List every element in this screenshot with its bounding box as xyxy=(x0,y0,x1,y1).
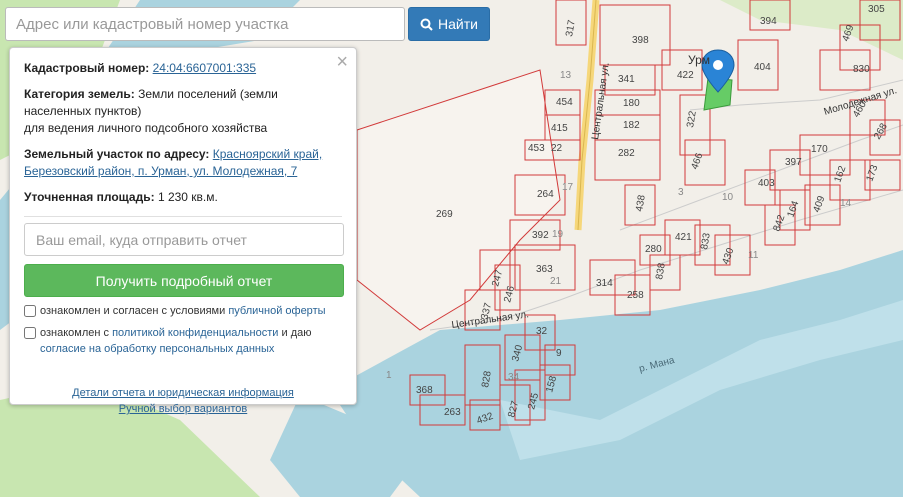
address-label: Земельный участок по адресу: xyxy=(24,147,210,161)
cadastral-row: Кадастровый номер: 24:04:6607001:335 xyxy=(24,60,342,77)
parcel-info-panel: × Кадастровый номер: 24:04:6607001:335 К… xyxy=(9,47,357,415)
parcel-number: 11 xyxy=(748,250,759,261)
parcel-number: 453 xyxy=(528,143,545,154)
parcel-number: 394 xyxy=(760,16,777,27)
parcel-number: 17 xyxy=(562,182,574,193)
parcel-number: 170 xyxy=(811,144,828,155)
parcel-number: 22 xyxy=(551,143,563,154)
parcel-number: 258 xyxy=(627,290,644,301)
parcel-number: 182 xyxy=(623,120,640,131)
category-use: для ведения личного подсобного хозяйства xyxy=(24,121,268,135)
parcel-number: 164 xyxy=(785,199,801,219)
area-label: Уточненная площадь: xyxy=(24,190,155,204)
parcel-number: 466 xyxy=(689,151,705,171)
get-report-button[interactable]: Получить подробный отчет xyxy=(24,264,344,297)
parcel-number: 180 xyxy=(623,98,640,109)
footer-links: Детали отчета и юридическая информация Р… xyxy=(24,385,342,417)
agree-offer-label: ознакомлен и согласен с условиями xyxy=(40,305,226,317)
parcel-number: 403 xyxy=(758,178,775,189)
parcel-number: 10 xyxy=(722,192,734,203)
parcel-number: 173 xyxy=(864,163,880,183)
parcel-number: 398 xyxy=(632,35,649,46)
parcel-number: 32 xyxy=(536,326,548,337)
agree-privacy: ознакомлен с политикой конфиденциальност… xyxy=(24,325,342,357)
parcel-number: 34 xyxy=(508,372,520,383)
search-icon xyxy=(420,18,433,31)
parcel-number: 3 xyxy=(678,187,684,198)
agree-privacy-checkbox[interactable] xyxy=(24,327,36,339)
privacy-link[interactable]: политикой конфиденциальности xyxy=(112,327,278,339)
parcel-number: 269 xyxy=(436,209,453,220)
close-icon[interactable]: × xyxy=(336,52,348,72)
category-label: Категория земель: xyxy=(24,87,135,101)
parcel-number: 322 xyxy=(685,110,699,129)
agree-offer: ознакомлен и согласен с условиями публич… xyxy=(24,303,342,319)
address-row: Земельный участок по адресу: Красноярски… xyxy=(24,146,342,180)
parcel-number: 14 xyxy=(840,198,852,209)
cadastral-number-link[interactable]: 24:04:6607001:335 xyxy=(153,61,256,75)
parcel-number: 409 xyxy=(811,194,827,214)
parcel-number: 268 xyxy=(872,121,890,141)
manual-select-link[interactable]: Ручной выбор вариантов xyxy=(24,401,342,417)
parcel-number: 341 xyxy=(618,74,635,85)
parcel-number: 368 xyxy=(416,385,433,396)
parcel-number: 421 xyxy=(675,232,692,243)
parcel-number: 392 xyxy=(532,230,549,241)
parcel-number: 363 xyxy=(536,264,553,275)
details-link[interactable]: Детали отчета и юридическая информация xyxy=(24,385,342,401)
agree-offer-text: ознакомлен и согласен с условиями публич… xyxy=(40,303,326,319)
parcel-number: 838 xyxy=(654,262,668,281)
parcel-number: 404 xyxy=(754,62,771,73)
agree-privacy-label: ознакомлен с xyxy=(40,327,110,339)
parcel-number: 397 xyxy=(785,157,802,168)
parcel-number: 305 xyxy=(868,4,885,15)
parcel-number: 317 xyxy=(564,19,578,38)
parcel-number: 263 xyxy=(444,407,461,418)
parcel-number: 264 xyxy=(537,189,554,200)
parcel-number: 282 xyxy=(618,148,635,159)
consent-link[interactable]: согласие на обработку персональных данны… xyxy=(40,343,274,355)
parcel-number: 830 xyxy=(853,64,870,75)
divider xyxy=(24,216,342,217)
parcel-number: 21 xyxy=(550,276,562,287)
offer-link[interactable]: публичной оферты xyxy=(228,305,325,317)
search-button[interactable]: Найти xyxy=(408,7,490,41)
search-input[interactable] xyxy=(5,7,405,41)
parcel-number: 422 xyxy=(677,70,694,81)
parcel-number: 162 xyxy=(832,164,848,184)
agree-privacy-text: ознакомлен с политикой конфиденциальност… xyxy=(40,325,342,357)
area-value: 1 230 кв.м. xyxy=(157,190,218,204)
parcel-number: 415 xyxy=(551,123,568,134)
settlement-label: Урм xyxy=(688,53,710,67)
parcel-number: 454 xyxy=(556,97,573,108)
category-row: Категория земель: Земли поселений (земли… xyxy=(24,86,342,137)
parcel-number: 246 xyxy=(502,284,517,303)
agree-offer-checkbox[interactable] xyxy=(24,305,36,317)
parcel-number: 9 xyxy=(556,348,562,359)
search-button-label: Найти xyxy=(438,16,478,32)
area-row: Уточненная площадь: 1 230 кв.м. xyxy=(24,189,342,206)
parcel-number: 430 xyxy=(720,246,736,266)
parcel-number: 19 xyxy=(552,229,564,240)
parcel-number: 1 xyxy=(386,370,392,381)
parcel-number: 280 xyxy=(645,244,662,255)
parcel-number: 13 xyxy=(560,70,572,81)
parcel-number: 438 xyxy=(634,194,648,213)
cadastral-label: Кадастровый номер: xyxy=(24,61,150,75)
agree-privacy-mid: и даю xyxy=(281,327,312,339)
parcel-number: 314 xyxy=(596,278,613,289)
email-field[interactable] xyxy=(24,223,344,256)
